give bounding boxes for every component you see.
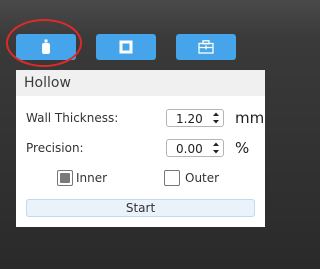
- square-frame-icon: [119, 40, 133, 54]
- wall-thickness-spinbox[interactable]: 1.20: [166, 109, 224, 127]
- wall-thickness-unit: mm: [235, 109, 265, 127]
- wall-thickness-label: Wall Thickness:: [26, 111, 119, 125]
- stepper-arrows-icon[interactable]: [212, 111, 220, 125]
- wall-thickness-value: 1.20: [176, 112, 203, 126]
- outer-checkbox[interactable]: [164, 170, 180, 186]
- bottle-icon: [42, 39, 50, 54]
- inner-label: Inner: [76, 171, 108, 185]
- stepper-arrows-icon[interactable]: [212, 141, 220, 155]
- precision-label: Precision:: [26, 141, 84, 155]
- frame-tool-button[interactable]: [96, 34, 156, 60]
- hollow-panel: Hollow Wall Thickness: 1.20 mm Precision…: [16, 70, 265, 227]
- support-tool-button[interactable]: [176, 34, 236, 60]
- start-button[interactable]: Start: [26, 199, 255, 217]
- precision-value: 0.00: [176, 142, 203, 156]
- outer-label: Outer: [185, 171, 220, 185]
- precision-spinbox[interactable]: 0.00: [166, 139, 224, 157]
- hollow-tool-button[interactable]: [16, 34, 76, 60]
- precision-unit: %: [235, 139, 250, 157]
- toolbar: [0, 0, 308, 67]
- panel-title: Hollow: [16, 70, 265, 96]
- kit-box-icon: [198, 40, 214, 54]
- inner-checkbox[interactable]: [57, 170, 73, 186]
